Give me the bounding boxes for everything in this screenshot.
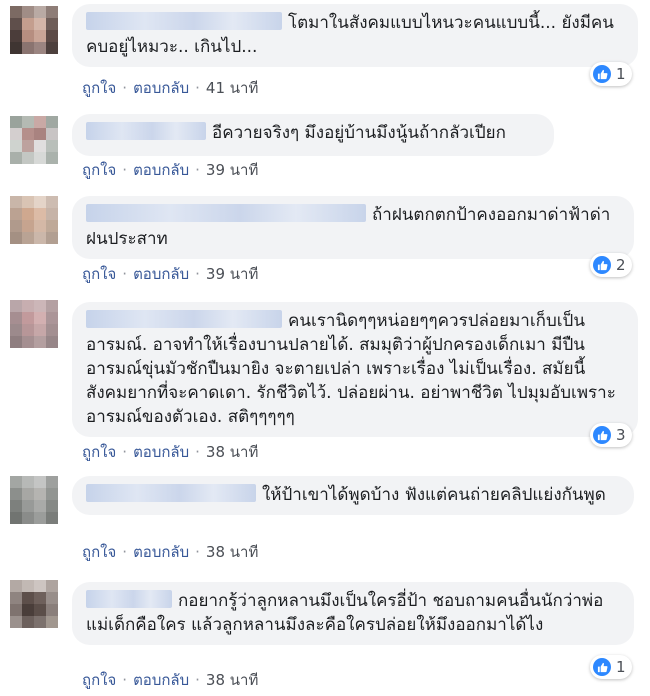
separator: · (195, 671, 200, 689)
avatar[interactable] (10, 580, 58, 628)
author-name[interactable] (86, 310, 282, 328)
reaction-count: 1 (616, 65, 626, 83)
avatar[interactable] (10, 196, 58, 244)
comment-bubble: ให้ป้าเขาได้พูดบ้าง ฟังแต่คนถ่ายคลิปแย่ง… (72, 476, 634, 515)
comment-time[interactable]: 38 นาที (206, 443, 258, 461)
comment-actions: ถูกใจ · ตอบกลับ · 38 นาที (82, 542, 258, 562)
comment-actions: ถูกใจ · ตอบกลับ · 39 นาที (82, 264, 258, 284)
comment-time[interactable]: 39 นาที (206, 161, 258, 179)
comment-time[interactable]: 38 นาที (206, 543, 258, 561)
thumbs-up-icon (593, 65, 611, 83)
comment-text: อีควายจริงๆ มึงอยู่บ้านมึงนู้นถ้ากลัวเปี… (212, 123, 506, 143)
separator: · (195, 265, 200, 283)
comment-bubble: โตมาในสังคมแบบไหนวะคนแบบนี้... ยังมีคนคบ… (72, 4, 638, 67)
separator: · (195, 443, 200, 461)
reply-link[interactable]: ตอบกลับ (133, 671, 189, 689)
like-link[interactable]: ถูกใจ (82, 79, 116, 97)
thumbs-up-icon (593, 658, 611, 676)
comment-actions: ถูกใจ · ตอบกลับ · 38 นาที (82, 442, 258, 462)
comment-time[interactable]: 38 นาที (206, 671, 258, 689)
author-name[interactable] (86, 204, 366, 222)
reply-link[interactable]: ตอบกลับ (133, 443, 189, 461)
comment-time[interactable]: 39 นาที (206, 265, 258, 283)
like-link[interactable]: ถูกใจ (82, 671, 116, 689)
comment-bubble: อีควายจริงๆ มึงอยู่บ้านมึงนู้นถ้ากลัวเปี… (72, 114, 554, 156)
thumbs-up-icon (593, 426, 611, 444)
reply-link[interactable]: ตอบกลับ (133, 265, 189, 283)
author-name[interactable] (86, 590, 172, 608)
reaction-count: 2 (616, 256, 626, 274)
reaction-count-badge[interactable]: 3 (590, 423, 632, 447)
comment-actions: ถูกใจ · ตอบกลับ · 38 นาที (82, 670, 258, 690)
reply-link[interactable]: ตอบกลับ (133, 161, 189, 179)
reaction-count-badge[interactable]: 1 (590, 62, 632, 86)
separator: · (122, 543, 128, 561)
separator: · (122, 161, 128, 179)
separator: · (195, 161, 200, 179)
reaction-count: 3 (616, 426, 626, 444)
like-link[interactable]: ถูกใจ (82, 443, 116, 461)
reply-link[interactable]: ตอบกลับ (133, 79, 189, 97)
avatar[interactable] (10, 300, 58, 348)
author-name[interactable] (86, 12, 282, 30)
reaction-count-badge[interactable]: 1 (590, 655, 632, 679)
author-name[interactable] (86, 122, 206, 140)
comment-bubble: กอยากรู้ว่าลูกหลานมึงเป็นใครอี่ป้า ชอบถา… (72, 582, 634, 645)
separator: · (195, 543, 200, 561)
separator: · (195, 79, 200, 97)
comment-bubble: คนเรานิดๆๆหน่อยๆๆควรปล่อยมาเก็บเป็นอารมณ… (72, 302, 638, 437)
reply-link[interactable]: ตอบกลับ (133, 543, 189, 561)
separator: · (122, 265, 128, 283)
avatar[interactable] (10, 116, 58, 164)
separator: · (122, 79, 128, 97)
separator: · (122, 443, 128, 461)
comment-text: ให้ป้าเขาได้พูดบ้าง ฟังแต่คนถ่ายคลิปแย่ง… (262, 485, 606, 505)
like-link[interactable]: ถูกใจ (82, 543, 116, 561)
comment-text: คนเรานิดๆๆหน่อยๆๆควรปล่อยมาเก็บเป็นอารมณ… (86, 311, 616, 427)
avatar[interactable] (10, 476, 58, 524)
reaction-count-badge[interactable]: 2 (590, 253, 632, 277)
comment-actions: ถูกใจ · ตอบกลับ · 39 นาที (82, 160, 258, 180)
thumbs-up-icon (593, 256, 611, 274)
comment-time[interactable]: 41 นาที (206, 79, 258, 97)
like-link[interactable]: ถูกใจ (82, 161, 116, 179)
separator: · (122, 671, 128, 689)
comment-actions: ถูกใจ · ตอบกลับ · 41 นาที (82, 78, 258, 98)
avatar[interactable] (10, 6, 58, 54)
like-link[interactable]: ถูกใจ (82, 265, 116, 283)
comment-bubble: ถ้าฝนตกตกป้าคงออกมาด่าฟ้าด่าฝนประสาท (72, 196, 634, 259)
author-name[interactable] (86, 484, 256, 502)
reaction-count: 1 (616, 658, 626, 676)
